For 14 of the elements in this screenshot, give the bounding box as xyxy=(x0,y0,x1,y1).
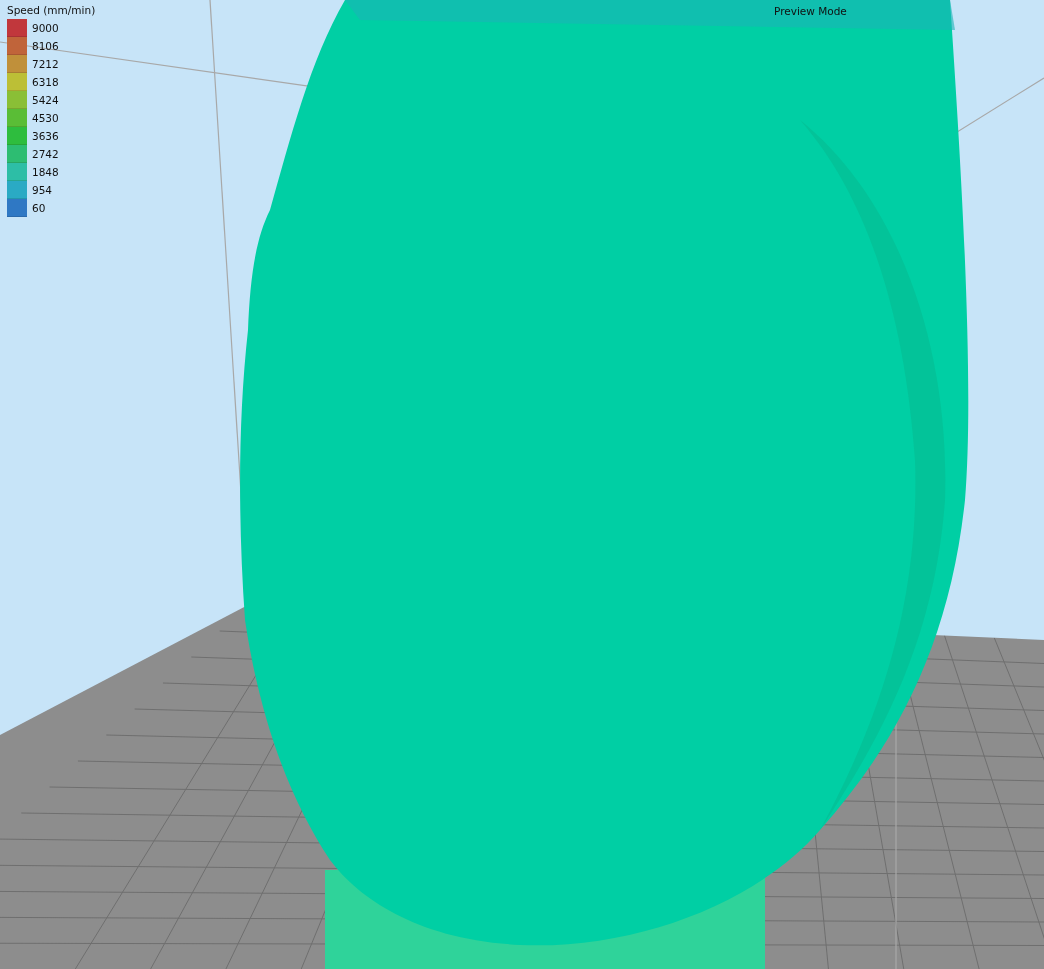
legend-value: 60 xyxy=(32,202,46,214)
legend-value: 1848 xyxy=(32,166,59,178)
preview-viewport[interactable]: Speed (mm/min) 9000 8106 7212 6318 5424 4530 3636 2742 1848 954 60 Preview Mode xyxy=(0,0,1044,969)
legend-title: Speed (mm/min) xyxy=(7,4,96,16)
legend-value: 3636 xyxy=(32,130,59,142)
legend-value: 4530 xyxy=(32,112,59,124)
legend-value: 9000 xyxy=(32,22,59,34)
legend-value: 6318 xyxy=(32,76,59,88)
legend-value: 7212 xyxy=(32,58,59,70)
legend-value: 8106 xyxy=(32,40,59,52)
mode-label: Preview Mode xyxy=(774,5,847,17)
legend-value: 5424 xyxy=(32,94,59,106)
legend-value: 954 xyxy=(32,184,53,196)
legend-value: 2742 xyxy=(32,148,59,160)
